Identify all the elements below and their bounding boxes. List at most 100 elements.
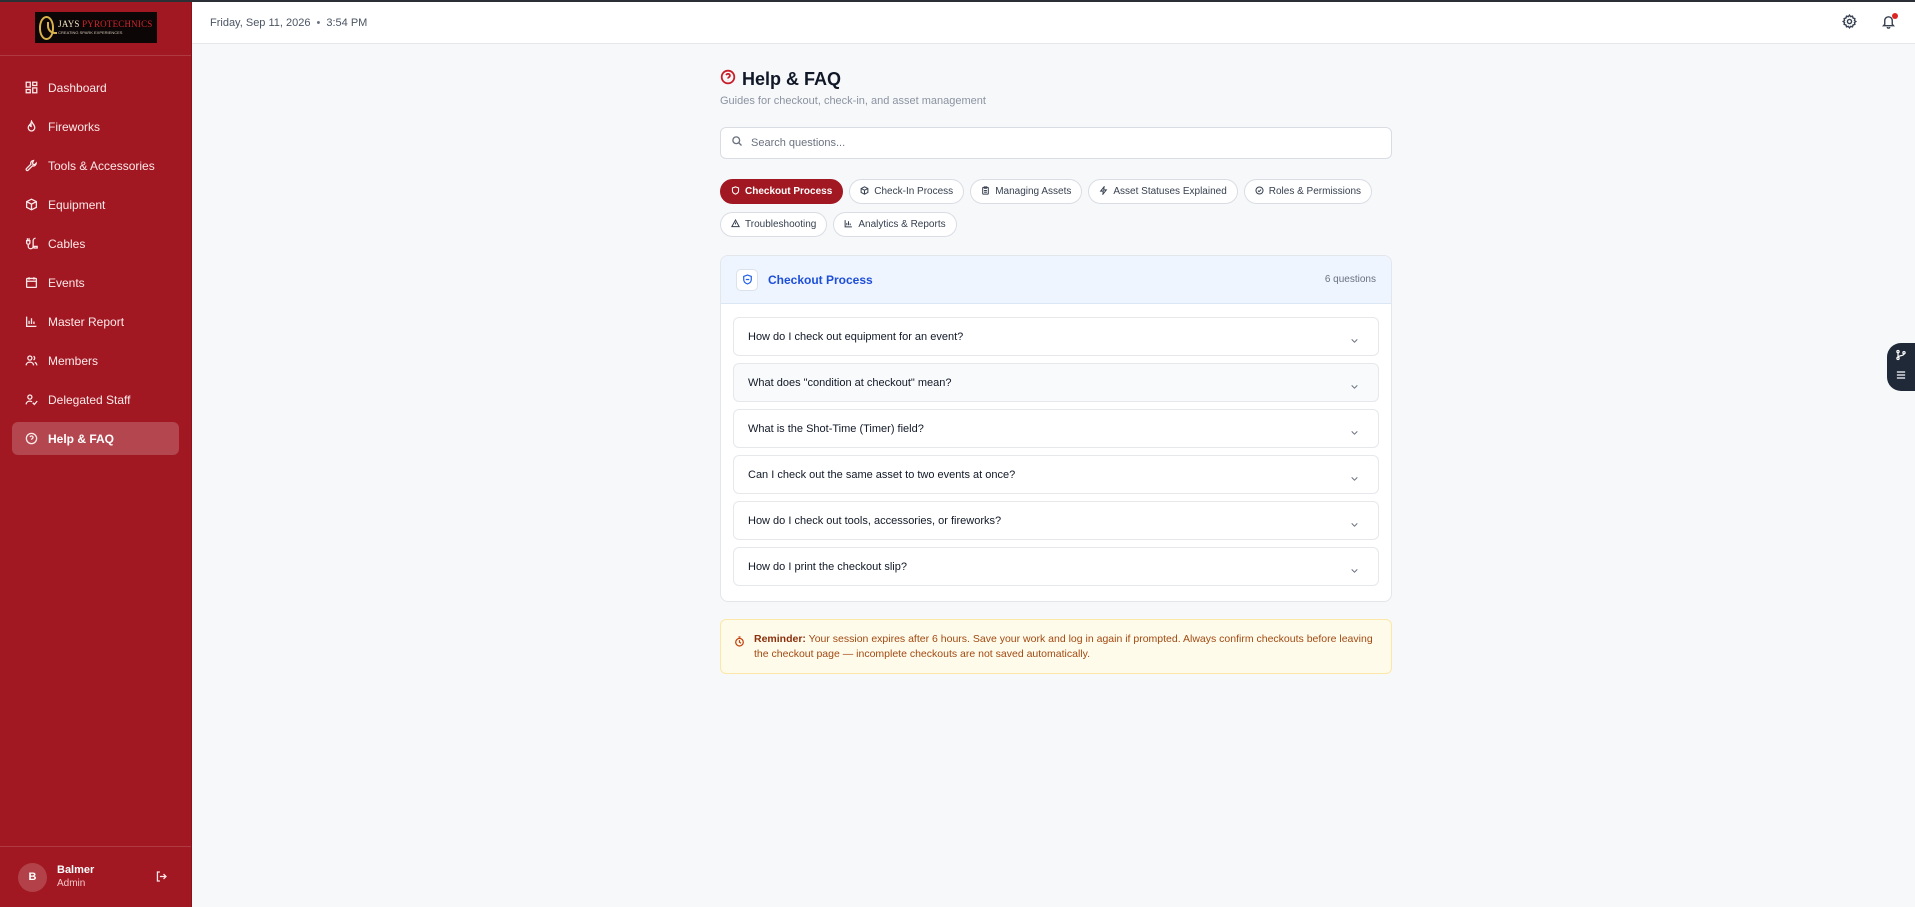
sidebar-item-fireworks[interactable]: Fireworks [12, 110, 179, 143]
tab-check-in-process[interactable]: Check-In Process [849, 179, 965, 204]
reminder-label: Reminder: [754, 633, 806, 645]
faq-question: What is the Shot-Time (Timer) field? [748, 422, 924, 435]
floating-tools-widget[interactable] [1887, 343, 1915, 391]
session-reminder: Reminder: Your session expires after 6 h… [720, 619, 1392, 674]
sidebar-item-label: Delegated Staff [48, 392, 131, 407]
tab-label: Troubleshooting [745, 219, 817, 230]
sidebar-item-cables[interactable]: Cables [12, 227, 179, 260]
calendar-icon [24, 276, 38, 290]
check-circle-icon [1255, 185, 1264, 198]
page-header: Help & FAQ [720, 69, 841, 90]
logo-tagline: CREATING SPARK EXPERIENCES [58, 30, 123, 35]
sidebar-item-events[interactable]: Events [12, 266, 179, 299]
faq-item[interactable]: Can I check out the same asset to two ev… [733, 455, 1379, 494]
datetime-separator: • [316, 16, 321, 29]
faq-question: How do I check out tools, accessories, o… [748, 514, 1002, 527]
gear-icon[interactable] [1841, 13, 1858, 30]
faq-item[interactable]: How do I check out equipment for an even… [733, 317, 1379, 356]
users-icon [24, 354, 38, 368]
faq-question: Can I check out the same asset to two ev… [748, 468, 1016, 481]
shield-icon [731, 185, 740, 198]
tab-label: Managing Assets [995, 186, 1072, 197]
sidebar-item-label: Members [48, 353, 99, 368]
logo-emblem-icon [38, 15, 57, 40]
dashboard-icon [24, 81, 38, 95]
tab-label: Check-In Process [874, 186, 954, 197]
sidebar-item-delegated-staff[interactable]: Delegated Staff [12, 383, 179, 416]
timer-icon [734, 634, 746, 647]
shield-icon [736, 268, 758, 291]
sidebar-item-help-faq[interactable]: Help & FAQ [12, 422, 179, 455]
list-icon[interactable] [1895, 368, 1907, 386]
window-top-border [0, 0, 1915, 2]
sidebar-item-tools[interactable]: Tools & Accessories [12, 149, 179, 182]
bar-chart-icon [844, 219, 853, 231]
search-input[interactable] [751, 137, 1351, 149]
reminder-message: Your session expires after 6 hours. Save… [754, 633, 1373, 660]
user-profile: B Balmer Admin [0, 846, 191, 907]
chevron-down-icon [1350, 470, 1360, 481]
logout-icon[interactable] [155, 870, 169, 884]
current-date: Friday, Sep 11, 2026 [210, 16, 311, 29]
faq-question: How do I print the checkout slip? [748, 560, 907, 573]
chevron-down-icon [1350, 424, 1360, 435]
sidebar-item-label: Tools & Accessories [48, 158, 155, 173]
sidebar-item-label: Dashboard [48, 80, 107, 95]
faq-section-panel: Checkout Process 6 questions How do I ch… [720, 255, 1392, 602]
faq-item[interactable]: How do I check out tools, accessories, o… [733, 501, 1379, 540]
search-icon [731, 134, 743, 152]
sidebar-item-equipment[interactable]: Equipment [12, 188, 179, 221]
sidebar-item-label: Help & FAQ [48, 431, 115, 446]
wrench-icon [24, 159, 38, 173]
sidebar-item-label: Master Report [48, 314, 125, 329]
sidebar-item-label: Equipment [48, 197, 106, 212]
chevron-down-icon [1350, 378, 1360, 389]
faq-section-header: Checkout Process 6 questions [721, 256, 1391, 304]
brand-area: JAYS PYROTECHNICS CREATING SPARK EXPERIE… [0, 0, 191, 56]
faq-question: How do I check out equipment for an even… [748, 330, 964, 343]
tab-asset-statuses[interactable]: Asset Statuses Explained [1088, 179, 1238, 204]
top-bar: Friday, Sep 11, 2026 • 3:54 PM [192, 2, 1915, 44]
logo-title: JAYS PYROTECHNICS [58, 19, 153, 29]
avatar[interactable]: B [18, 862, 47, 892]
git-branch-icon[interactable] [1895, 348, 1907, 366]
tab-checkout-process[interactable]: Checkout Process [720, 179, 844, 204]
sidebar-item-dashboard[interactable]: Dashboard [12, 71, 179, 104]
tab-label: Analytics & Reports [858, 219, 946, 230]
chevron-down-icon [1350, 516, 1360, 527]
sidebar-item-members[interactable]: Members [12, 344, 179, 377]
user-name: Balmer [57, 863, 95, 876]
chevron-down-icon [1350, 562, 1360, 573]
sidebar: JAYS PYROTECHNICS CREATING SPARK EXPERIE… [0, 0, 192, 907]
faq-item[interactable]: How do I print the checkout slip? [733, 547, 1379, 586]
tab-troubleshooting[interactable]: Troubleshooting [720, 212, 828, 237]
question-count: 6 questions [1324, 274, 1376, 285]
sidebar-nav: Dashboard Fireworks Tools & Accessories … [0, 56, 191, 455]
reminder-text: Reminder: Your session expires after 6 h… [754, 632, 1377, 662]
alert-triangle-icon [730, 218, 741, 231]
tab-analytics-reports[interactable]: Analytics & Reports [833, 212, 957, 237]
user-check-icon [24, 393, 38, 407]
current-time: 3:54 PM [326, 16, 368, 29]
clipboard-icon [981, 185, 990, 198]
zap-icon [1099, 184, 1108, 198]
faq-question: What does "condition at checkout" mean? [748, 376, 952, 389]
sidebar-item-master-report[interactable]: Master Report [12, 305, 179, 338]
box-icon [24, 198, 38, 212]
page-title: Help & FAQ [742, 69, 842, 89]
box-icon [860, 185, 869, 198]
user-role: Admin [57, 877, 86, 889]
faq-list: How do I check out equipment for an even… [721, 304, 1391, 586]
current-datetime: Friday, Sep 11, 2026 • 3:54 PM [210, 17, 367, 29]
faq-item[interactable]: What is the Shot-Time (Timer) field? [733, 409, 1379, 448]
tab-roles-permissions[interactable]: Roles & Permissions [1243, 179, 1373, 204]
cable-icon [24, 237, 38, 251]
company-logo[interactable]: JAYS PYROTECHNICS CREATING SPARK EXPERIE… [34, 12, 157, 43]
tab-label: Asset Statuses Explained [1113, 186, 1227, 197]
bell-icon[interactable] [1881, 13, 1898, 30]
flame-icon [24, 120, 38, 134]
faq-item[interactable]: What does "condition at checkout" mean? [733, 363, 1379, 402]
search-box [720, 127, 1392, 159]
tab-managing-assets[interactable]: Managing Assets [970, 179, 1083, 204]
sidebar-item-label: Events [48, 275, 85, 290]
